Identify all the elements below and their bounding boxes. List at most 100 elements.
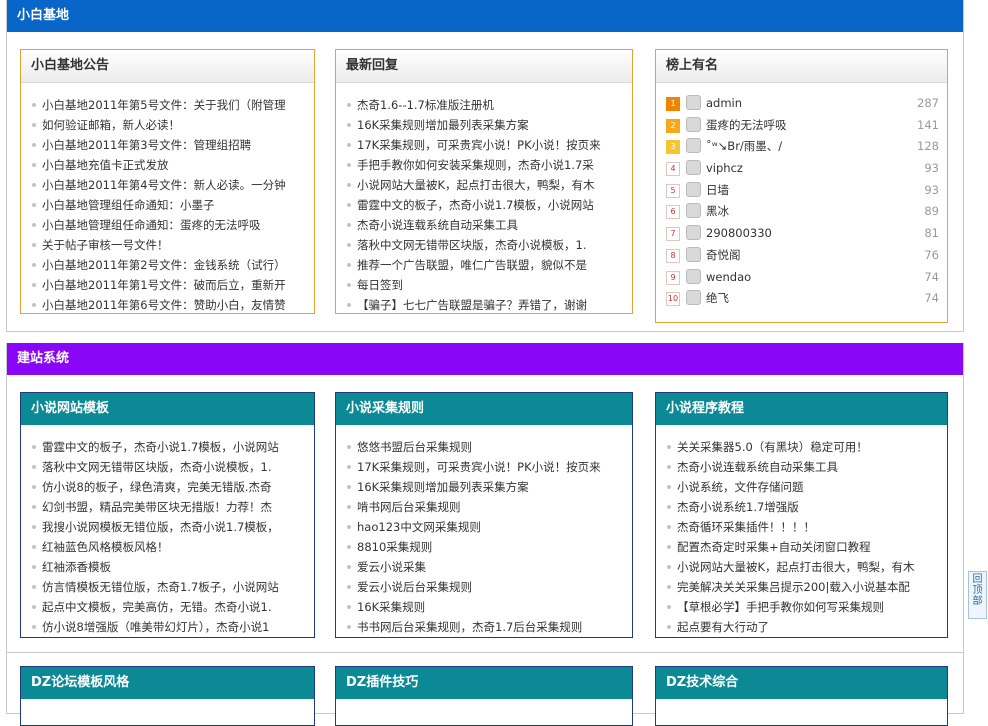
list-item[interactable]: 红袖添香模板 [31, 557, 314, 577]
ranking-box: 榜上有名 1 admin 287 2 蛋疼的无法呼吸 141 3 ˚ʷ↘Br/雨墨、/ 128 4… [655, 49, 948, 323]
program-tutorial-box: 小说程序教程 关关采集器5.0（有黑块）稳定可用！ 杰奇小说连载系统自动采集工具小… [655, 392, 948, 638]
list-item[interactable]: 配置杰奇定时采集+自动关闭窗口教程 [666, 537, 947, 557]
box-title[interactable]: 小说程序教程 [656, 393, 947, 425]
list-item[interactable]: 小说系统，文件存储问题 [666, 477, 947, 497]
rank-username[interactable]: 绝飞 [706, 288, 729, 308]
box-title[interactable]: 小说采集规则 [336, 393, 632, 425]
rank-username[interactable]: 290800330 [706, 223, 772, 243]
avatar[interactable] [686, 246, 701, 262]
box-title[interactable]: DZ插件技巧 [336, 667, 632, 699]
rank-number: 4 [666, 162, 680, 177]
list-item[interactable]: 起点中文模板，完美高仿，无错。杰奇小说1. [31, 597, 314, 617]
list-item[interactable]: 小白基地2011年第3号文件：管理组招聘 [31, 135, 314, 155]
list-item[interactable]: 小白基地管理组任命通知：蛋疼的无法呼吸 [31, 215, 314, 235]
rank-number: 10 [666, 292, 680, 307]
rank-row: 3 ˚ʷ↘Br/雨墨、/ 128 [666, 136, 939, 156]
list-item[interactable]: 仿小说8增强版（唯美带幻灯片），杰奇小说1 [31, 617, 314, 637]
rank-number: 5 [666, 183, 680, 198]
list-item[interactable]: 关关采集器5.0（有黑块）稳定可用！ [666, 437, 947, 457]
list-item[interactable]: 8810采集规则 [346, 537, 632, 557]
list-item[interactable]: hao123中文网采集规则 [346, 517, 632, 537]
rank-number: 3 [666, 140, 680, 155]
dz-theme-box: DZ论坛模板风格 [20, 666, 315, 726]
rank-count: 287 [917, 96, 939, 110]
list-item[interactable]: 16K采集规则增加最列表采集方案 [346, 115, 632, 135]
list-item[interactable]: 雷霆中文的板子，杰奇小说1.7模板，小说网站 [31, 437, 314, 457]
list-item[interactable]: 啃书网后台采集规则 [346, 497, 632, 517]
list-item[interactable]: 书书网后台采集规则，杰奇1.7后台采集规则 [346, 617, 632, 637]
list-item[interactable]: 17K采集规则，可采贵宾小说！PK小说！按页来 [346, 135, 632, 155]
list-item[interactable]: 16K采集规则增加最列表采集方案 [346, 477, 632, 497]
list-item[interactable]: 仿言情模板无错位版，杰奇1.7板子，小说网站 [31, 577, 314, 597]
section-title[interactable]: 建站系统 [7, 343, 963, 375]
rank-username[interactable]: admin [706, 93, 742, 113]
avatar[interactable] [686, 225, 701, 241]
list-item[interactable]: 红袖蓝色风格模板风格！ [31, 537, 314, 557]
rank-username[interactable]: 黑冰 [706, 201, 729, 221]
list-item[interactable]: 小白基地2011年第5号文件：关于我们（附管理 [31, 95, 314, 115]
box-title[interactable]: 小说网站模板 [21, 393, 314, 425]
list-item[interactable]: 悠悠书盟后台采集规则 [346, 437, 632, 457]
list-item[interactable]: 雷霆中文的板子，杰奇小说1.7模板，小说网站 [346, 195, 632, 215]
list-item[interactable]: 小白基地2011年第6号文件：赞助小白，友情赞 [31, 295, 314, 315]
list-item[interactable]: 杰奇小说系统1.7增强版 [666, 497, 947, 517]
list-item[interactable]: 关于帖子审核一号文件！ [31, 235, 314, 255]
rank-username[interactable]: viphcz [706, 158, 743, 178]
list-item[interactable]: 爱云小说后台采集规则 [346, 577, 632, 597]
rank-row: 7 290800330 81 [666, 223, 939, 243]
list-item[interactable]: 杰奇小说连载系统自动采集工具 [346, 215, 632, 235]
avatar[interactable] [686, 203, 701, 219]
section-title[interactable]: 小白基地 [7, 0, 963, 32]
avatar[interactable] [686, 95, 701, 110]
avatar[interactable] [686, 160, 701, 176]
list-item[interactable]: 【骗子】七七广告联盟是骗子？弄错了，谢谢 [346, 295, 632, 315]
list-item[interactable]: 小白基地2011年第2号文件：金钱系统（试行） [31, 255, 314, 275]
novel-template-box: 小说网站模板 雷霆中文的板子，杰奇小说1.7模板，小说网站 落秋中文网无错带区块版… [20, 392, 315, 638]
list-item[interactable]: 小白基地2011年第4号文件：新人必读。一分钟 [31, 175, 314, 195]
list-item[interactable]: 小说网站大量被K，起点打击很大，鸭梨，有木 [666, 557, 947, 577]
list-item[interactable]: 小说网站大量被K，起点打击很大，鸭梨，有木 [346, 175, 632, 195]
list-item[interactable]: 小白基地管理组任命通知：小墨子 [31, 195, 314, 215]
list-item[interactable]: 我搜小说网模板无错位版，杰奇小说1.7模板， [31, 517, 314, 537]
list-item[interactable]: 杰奇1.6--1.7标准版注册机 [346, 95, 632, 115]
rank-username[interactable]: 日墙 [706, 180, 729, 200]
list-item[interactable]: 杰奇小说连载系统自动采集工具 [666, 457, 947, 477]
rank-username[interactable]: 奇悦阁 [706, 245, 741, 265]
rank-row: 9 wendao 74 [666, 267, 939, 287]
list-item[interactable]: 爱云小说采集 [346, 557, 632, 577]
box-title[interactable]: DZ论坛模板风格 [21, 667, 314, 699]
list-item[interactable]: 每日签到 [346, 275, 632, 295]
list-item[interactable]: 如何验证邮箱，新人必读！ [31, 115, 314, 135]
list-item[interactable]: 完美解决关关采集吕提示200|载入小说基本配 [666, 577, 947, 597]
list-item[interactable]: 落秋中文网无错带区块版，杰奇小说模板，1. [31, 457, 314, 477]
rank-username[interactable]: ˚ʷ↘Br/雨墨、/ [706, 136, 782, 156]
avatar[interactable] [686, 268, 701, 284]
avatar[interactable] [686, 116, 701, 132]
box-title[interactable]: DZ技术综合 [656, 667, 947, 699]
list-item[interactable]: 手把手教你如何安装采集规则，杰奇小说1.7采 [346, 155, 632, 175]
box-title[interactable]: 小白基地公告 [21, 50, 314, 83]
back-to-top-button[interactable]: 回顶部 [968, 571, 987, 619]
list-item[interactable]: 16K采集规则 [346, 597, 632, 617]
list-item[interactable]: 杰奇循环采集插件！！！！ [666, 517, 947, 537]
rank-count: 128 [917, 139, 939, 154]
avatar[interactable] [686, 290, 701, 306]
list-item[interactable]: 落秋中文网无错带区块版，杰奇小说模板，1. [346, 235, 632, 255]
list-item[interactable]: 小白基地充值卡正式发放 [31, 155, 314, 175]
rank-row: 8 奇悦阁 76 [666, 245, 939, 265]
list-item[interactable]: 幻剑书盟，精品完美带区块无措版！力荐！杰 [31, 497, 314, 517]
list-item[interactable]: 17K采集规则，可采贵宾小说！PK小说！按页来 [346, 457, 632, 477]
avatar[interactable] [686, 181, 701, 197]
rank-username[interactable]: 蛋疼的无法呼吸 [706, 115, 787, 135]
list-item[interactable]: 【草根必学】手把手教你如何写采集规则 [666, 597, 947, 617]
rank-number: 2 [666, 118, 680, 133]
list-item[interactable]: 推荐一个广告联盟，唯仁广告联盟，貌似不是 [346, 255, 632, 275]
list-item[interactable]: 起点要有大行动了 [666, 617, 947, 637]
rank-username[interactable]: wendao [706, 267, 751, 287]
rank-number: 7 [666, 227, 680, 242]
rank-number: 6 [666, 205, 680, 220]
list-item[interactable]: 小白基地2011年第1号文件：破而后立，重新开 [31, 275, 314, 295]
list-item[interactable]: 仿小说8的板子，绿色清爽，完美无错版.杰奇 [31, 477, 314, 497]
avatar[interactable] [686, 138, 701, 154]
box-title[interactable]: 最新回复 [336, 50, 632, 83]
